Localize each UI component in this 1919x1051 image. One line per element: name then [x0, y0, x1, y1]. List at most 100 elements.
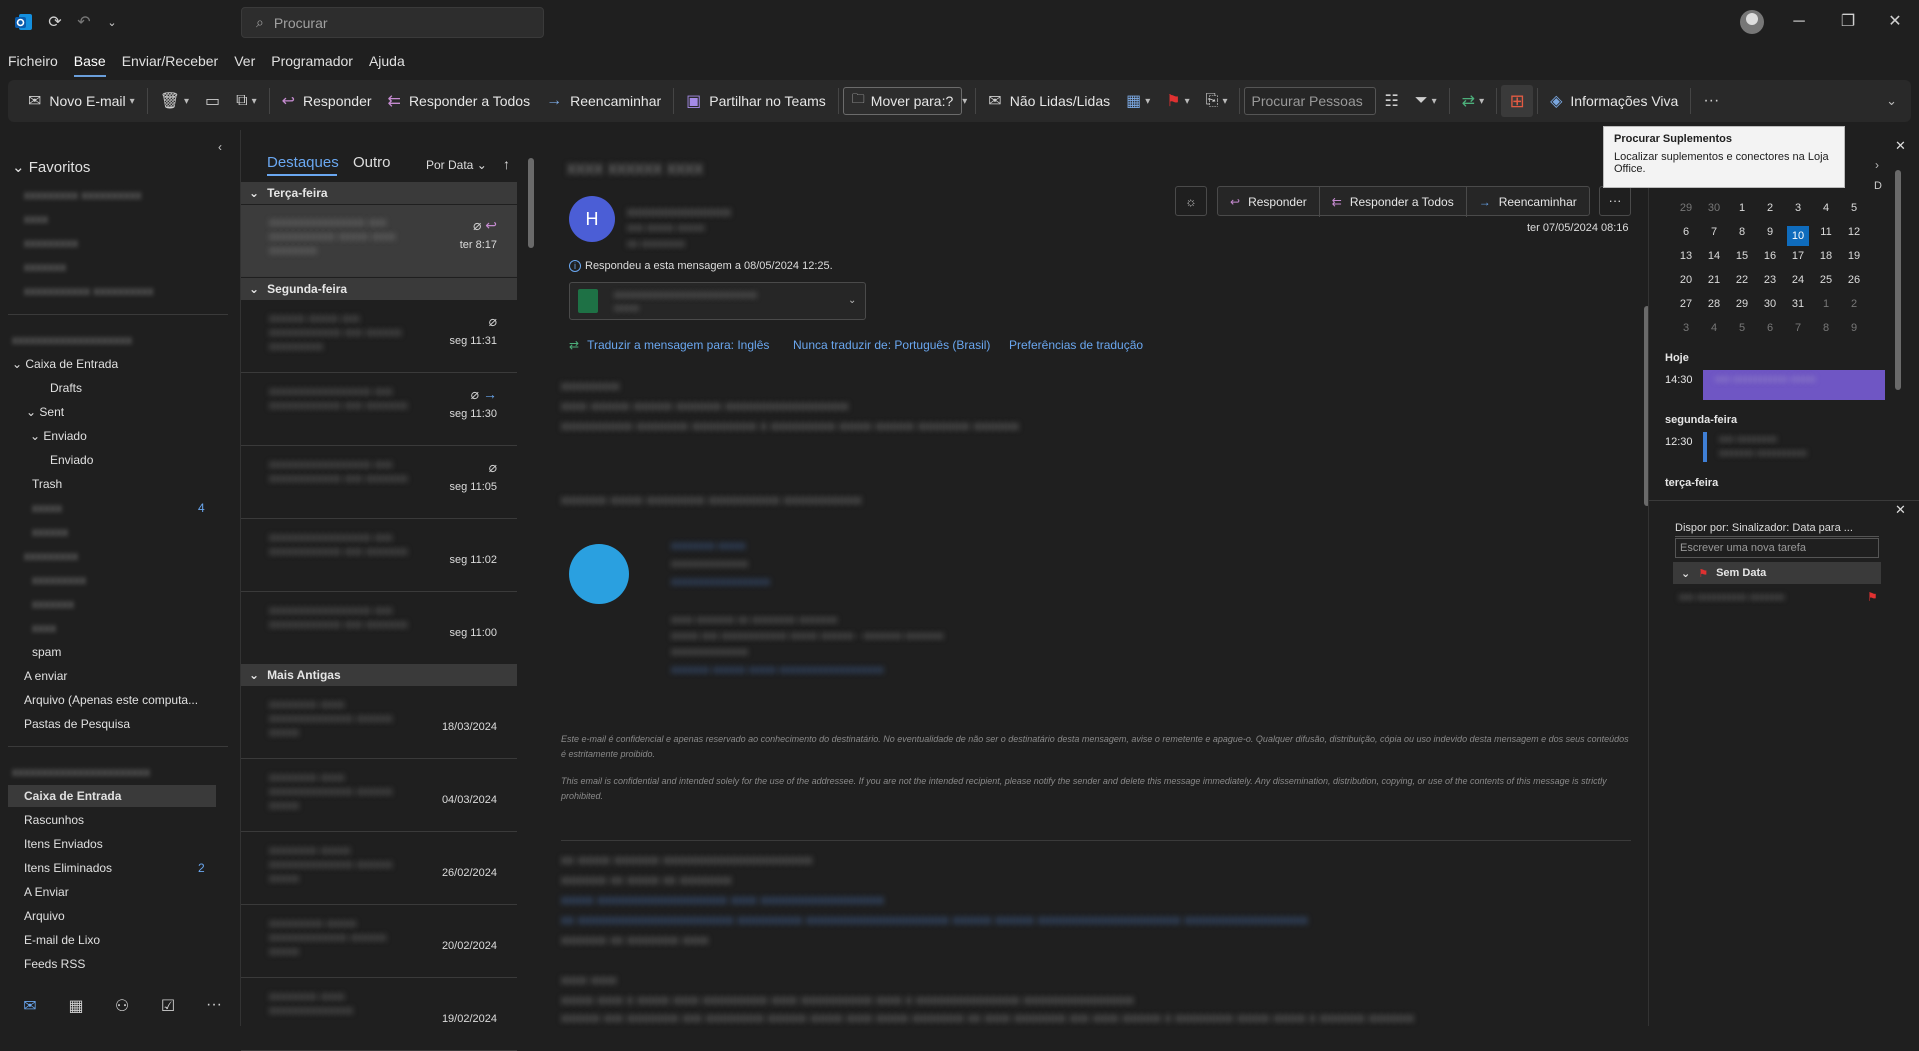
translate-link[interactable]: ⇄ Traduzir a mensagem para: Inglês	[569, 338, 769, 352]
favorite-folder[interactable]: xxxxxxxxxxx xxxxxxxxxx	[24, 284, 153, 298]
folder-deleted-items[interactable]: Itens Eliminados	[24, 861, 112, 875]
close-icon[interactable]: ✕	[1880, 10, 1910, 34]
menu-developer[interactable]: Programador	[263, 50, 361, 74]
list-item[interactable]: xxxxxxxx xxxx xxxxxxxxxxxxxx xxxxxx xxxx…	[241, 760, 517, 832]
viva-insights-button[interactable]: ◈ Informações Viva	[1542, 85, 1686, 117]
signature-links[interactable]: xxxxxxx xxxxxx xxxxx xxxxxxxxxxxxxxxxxxx	[671, 664, 884, 676]
folder-trash[interactable]: Trash	[32, 477, 62, 491]
translate-preferences-link[interactable]: Preferências de tradução	[1009, 338, 1143, 352]
reply-all-button[interactable]: ⇇ Responder a Todos	[380, 85, 539, 117]
avatar[interactable]	[1740, 10, 1764, 34]
folder-blurred[interactable]: xxxxxxx	[32, 597, 74, 611]
folder-outbox-2[interactable]: A Enviar	[24, 885, 69, 899]
favorite-folder[interactable]: xxxxxxxxx xxxxxxxxxx	[24, 188, 141, 202]
restore-icon[interactable]: ❐	[1833, 10, 1863, 34]
folder-blurred[interactable]: xxxxxxxxx	[24, 549, 78, 563]
brightness-icon[interactable]: ☼	[1175, 186, 1207, 216]
calendar-day[interactable]: 14	[1703, 250, 1725, 262]
calendar-day[interactable]: 5	[1843, 202, 1865, 214]
folder-sent-items[interactable]: Itens Enviados	[24, 837, 103, 851]
calendar-day[interactable]: 1	[1731, 202, 1753, 214]
folder-blurred[interactable]: xxxxx	[32, 501, 62, 515]
calendar-day[interactable]: 15	[1731, 250, 1753, 262]
share-teams-button[interactable]: ▣ Partilhar no Teams	[678, 85, 834, 117]
list-item[interactable]: xxxxxxxxxxxxxxxx xxx xxxxxxxxxxx xxxxx x…	[241, 205, 517, 277]
tab-focused[interactable]: Destaques	[267, 154, 339, 171]
customize-toolbar-icon[interactable]: ⌄	[102, 12, 122, 32]
calendar-day[interactable]: 11	[1815, 226, 1837, 238]
forward-button[interactable]: → Reencaminhar	[538, 85, 669, 117]
task-group-header[interactable]: ⌄ ⚑ Sem Data	[1673, 562, 1881, 584]
calendar-day[interactable]: 21	[1703, 274, 1725, 286]
list-item[interactable]: xxxxxxxxxxxxxxxxx xxx xxxxxxxxxxxx xxx x…	[241, 520, 517, 592]
group-header[interactable]: ⌄ Segunda-feira	[241, 278, 517, 300]
new-task-input[interactable]: Escrever uma nova tarefa	[1675, 538, 1879, 558]
sort-dropdown[interactable]: Por Data ⌄	[426, 158, 487, 172]
menu-help[interactable]: Ajuda	[361, 50, 413, 74]
calendar-day[interactable]: 30	[1703, 202, 1725, 214]
collapse-pane-icon[interactable]: ‹	[218, 140, 222, 154]
calendar-day[interactable]: 1	[1815, 298, 1837, 310]
favorite-folder[interactable]: xxxx	[24, 212, 48, 226]
chevron-down-icon[interactable]: ⌄	[848, 295, 856, 306]
folder-enviado[interactable]: ⌄ Enviado	[30, 429, 87, 443]
arrange-by[interactable]: Dispor por: Sinalizador: Data para ...	[1675, 522, 1853, 534]
menu-send-receive[interactable]: Enviar/Receber	[114, 50, 227, 74]
calendar-day[interactable]: 7	[1703, 226, 1725, 238]
calendar-day[interactable]: 23	[1759, 274, 1781, 286]
calendar-day[interactable]: 27	[1675, 298, 1697, 310]
next-month-icon[interactable]: ›	[1875, 158, 1879, 172]
scrollbar[interactable]	[528, 158, 534, 248]
new-email-button[interactable]: ✉ Novo E-mail ▾	[20, 85, 143, 117]
account-header[interactable]: xxxxxxxxxxxxxxxxxxxx	[12, 333, 132, 347]
calendar-day[interactable]: 24	[1787, 274, 1809, 286]
list-item[interactable]: xxxxxxxx xxxx xxxxxxxxxxxxxx 19/02/2024	[241, 979, 517, 1051]
rules-button[interactable]: ⎘ ▾	[1198, 85, 1236, 117]
move-to-quickstep[interactable]: 🗀 Mover para:?	[842, 87, 963, 115]
search-people-input[interactable]: Procurar Pessoas	[1244, 87, 1377, 115]
reply-all-button[interactable]: ⇇ Responder a Todos	[1320, 187, 1467, 217]
address-book-button[interactable]: ☷	[1376, 85, 1406, 117]
folder-archive-local[interactable]: Arquivo (Apenas este computa...	[24, 693, 198, 707]
folder-blurred[interactable]: xxxxxxxxx	[32, 573, 86, 587]
attachment-card[interactable]: xxxxxxxxxxxxxxxxxxxxxxxxxx xxxxx ⌄	[569, 282, 866, 320]
folder-drafts[interactable]: Drafts	[50, 381, 82, 395]
search-box[interactable]: ⌕ Procurar	[241, 7, 544, 38]
calendar-day[interactable]: 30	[1759, 298, 1781, 310]
calendar-day[interactable]: 7	[1787, 322, 1809, 334]
list-item[interactable]: xxxxxx xxxxx xxx xxxxxxxxxxxx xxx xxxxxx…	[241, 301, 517, 373]
list-item[interactable]: xxxxxxxx xxxxx xxxxxxxxxxxxxx xxxxxx xxx…	[241, 833, 517, 905]
undo-icon[interactable]: ↶	[74, 12, 94, 32]
archive-button[interactable]: ▭	[197, 85, 228, 117]
sender-name[interactable]: xxxxxxxxxxxxxxxx	[627, 204, 731, 219]
never-translate-link[interactable]: Nunca traduzir de: Português (Brasil)	[793, 338, 990, 352]
more-commands-button[interactable]: ···	[1695, 85, 1727, 117]
folder-inbox[interactable]: ⌄ Caixa de Entrada	[12, 357, 118, 371]
list-item[interactable]: xxxxxxxxxxxxxxxxx xxx xxxxxxxxxxxx xxx x…	[241, 593, 517, 665]
move-to-dropdown[interactable]: ▾	[962, 85, 971, 117]
account-header[interactable]: xxxxxxxxxxxxxxxxxxxxxxx	[12, 765, 150, 779]
calendar-day[interactable]: 12	[1843, 226, 1865, 238]
calendar-day[interactable]: 6	[1675, 226, 1697, 238]
calendar-day[interactable]: 20	[1675, 274, 1697, 286]
calendar-day[interactable]: 25	[1815, 274, 1837, 286]
calendar-day[interactable]: 9	[1759, 226, 1781, 238]
minimize-icon[interactable]: ─	[1784, 10, 1814, 34]
calendar-day[interactable]: 2	[1843, 298, 1865, 310]
calendar-day[interactable]: 18	[1815, 250, 1837, 262]
calendar-day[interactable]: 8	[1815, 322, 1837, 334]
group-header[interactable]: ⌄ Terça-feira	[241, 182, 517, 204]
sort-direction-icon[interactable]: ↑	[503, 156, 510, 172]
more-apps-icon[interactable]: ···	[202, 996, 226, 1016]
calendar-day[interactable]: 28	[1703, 298, 1725, 310]
menu-home[interactable]: Base	[66, 50, 114, 77]
event-title[interactable]: xxx xxxxxxxx	[1719, 434, 1777, 445]
list-item[interactable]: xxxxxxxxxxxxxxxxx xxx xxxxxxxxxxxx xxx x…	[241, 374, 517, 446]
list-item[interactable]: xxxxxxxxxxxxxxxxx xxx xxxxxxxxxxxx xxx x…	[241, 447, 517, 519]
folder-enviado-sub[interactable]: Enviado	[50, 453, 93, 467]
calendar-day[interactable]: 13	[1675, 250, 1697, 262]
categorize-button[interactable]: ▦ ▾	[1118, 85, 1158, 117]
scrollbar[interactable]	[1895, 170, 1901, 390]
calendar-day[interactable]: 5	[1731, 322, 1753, 334]
close-icon[interactable]: ✕	[1895, 138, 1906, 154]
